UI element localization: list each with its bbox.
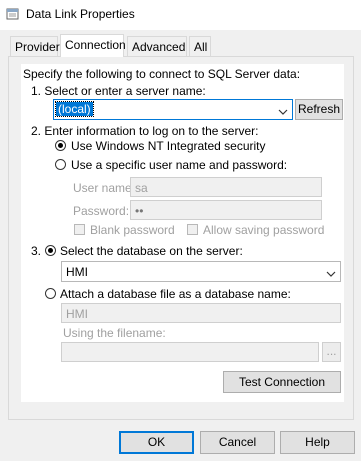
database-value: HMI	[66, 265, 88, 279]
tab-connection[interactable]: Connection	[60, 34, 126, 57]
server-name-combobox[interactable]: (local)	[53, 99, 293, 120]
allow-saving-label[interactable]: Allow saving password	[203, 223, 324, 237]
blank-password-checkbox[interactable]	[74, 224, 85, 235]
test-connection-button[interactable]: Test Connection	[223, 371, 341, 393]
attach-database-radio[interactable]	[45, 288, 56, 299]
step1-label: 1. Select or enter a server name:	[31, 84, 206, 98]
nt-security-label[interactable]: Use Windows NT Integrated security	[71, 139, 266, 153]
password-input[interactable]: ••	[130, 200, 322, 220]
step3-number: 3.	[31, 244, 42, 258]
step2-label: 2. Enter information to log on to the se…	[31, 124, 259, 138]
chevron-down-icon[interactable]	[278, 105, 288, 115]
select-database-label[interactable]: Select the database on the server:	[60, 244, 243, 258]
tab-advanced[interactable]: Advanced	[127, 36, 187, 56]
data-link-icon	[6, 7, 20, 21]
tab-all[interactable]: All	[189, 36, 211, 56]
filename-input[interactable]	[61, 342, 319, 362]
allow-saving-checkbox[interactable]	[187, 224, 198, 235]
select-database-radio[interactable]	[45, 245, 56, 256]
username-input[interactable]: sa	[130, 177, 322, 197]
cancel-button[interactable]: Cancel	[200, 431, 275, 454]
help-button[interactable]: Help	[280, 431, 355, 454]
attach-name-input[interactable]: HMI	[61, 303, 341, 323]
chevron-down-icon[interactable]	[326, 267, 336, 277]
attach-database-label[interactable]: Attach a database file as a database nam…	[60, 287, 291, 301]
username-label: User name:	[73, 181, 136, 195]
tab-provider[interactable]: Provider	[10, 36, 60, 56]
ok-button[interactable]: OK	[119, 431, 194, 454]
browse-button[interactable]: ...	[322, 342, 341, 362]
refresh-button[interactable]: Refresh	[295, 99, 343, 120]
attach-name-value: HMI	[66, 307, 88, 321]
intro-text: Specify the following to connect to SQL …	[23, 67, 301, 81]
username-value: sa	[135, 181, 148, 195]
nt-security-radio[interactable]	[55, 140, 66, 151]
password-value: ••	[135, 204, 144, 218]
filename-label: Using the filename:	[63, 326, 166, 340]
database-combobox[interactable]: HMI	[61, 261, 341, 282]
password-label: Password:	[73, 204, 130, 218]
specific-user-label[interactable]: Use a specific user name and password:	[71, 158, 287, 172]
specific-user-radio[interactable]	[55, 159, 66, 170]
server-name-value: (local)	[55, 101, 94, 117]
window-title: Data Link Properties	[26, 7, 135, 21]
blank-password-label[interactable]: Blank password	[90, 223, 175, 237]
